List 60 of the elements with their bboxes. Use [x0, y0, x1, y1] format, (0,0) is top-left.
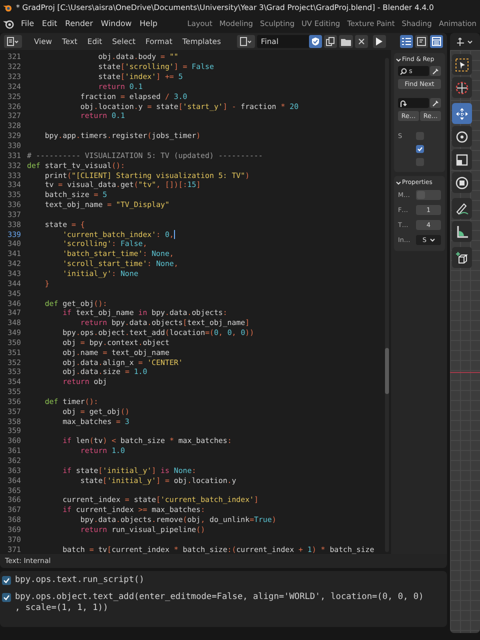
- word-wrap-toggle[interactable]: [415, 35, 428, 48]
- select-box-icon: [455, 58, 469, 72]
- tool-button[interactable]: [452, 149, 472, 170]
- checkbox[interactable]: [416, 145, 424, 153]
- fake-user-button[interactable]: [308, 35, 322, 48]
- eyedropper-icon: [432, 68, 439, 74]
- shield-icon: [310, 37, 320, 46]
- scale-icon: [455, 152, 469, 166]
- copy-icon: [326, 37, 335, 46]
- check-icon: [2, 576, 11, 585]
- blender-logo-icon[interactable]: [3, 18, 14, 29]
- tool-button[interactable]: [452, 172, 472, 193]
- replace-arrow-icon: [400, 100, 407, 106]
- report-line: bpy.ops.object.text_add(enter_editmode=False, align='WORLD', location=(0, 0, 0): [15, 592, 424, 603]
- pencil-icon: [455, 202, 469, 216]
- editor-type-button[interactable]: [4, 35, 22, 48]
- replace-field[interactable]: [398, 98, 429, 108]
- document-icon: [240, 37, 252, 46]
- caret-icon: [430, 238, 434, 242]
- blender-logo-icon: [3, 2, 12, 12]
- syntax-highlight-icon: [432, 37, 441, 46]
- eyedropper-button[interactable]: [430, 98, 441, 108]
- folder-icon: [340, 38, 351, 46]
- report-line: , scale=(1, 1, 1)): [15, 603, 110, 614]
- tool-button[interactable]: [452, 126, 472, 147]
- rotate-icon: [455, 130, 469, 144]
- eyedropper-button[interactable]: [430, 66, 441, 76]
- chevron-icon[interactable]: [396, 58, 401, 62]
- close-button[interactable]: [354, 35, 368, 48]
- transform-icon: [455, 176, 469, 190]
- move-icon: [455, 106, 469, 120]
- duplicate-button[interactable]: [324, 35, 337, 48]
- add-cube-icon: [455, 250, 469, 264]
- report-line: bpy.ops.text.run_script(): [15, 575, 144, 586]
- transform-pivot-icon[interactable]: [456, 36, 474, 46]
- check-icon: [2, 593, 11, 602]
- toggle-switch[interactable]: [416, 190, 441, 200]
- line-numbers-toggle[interactable]: [400, 35, 413, 48]
- eyedropper-icon: [432, 100, 439, 106]
- ruler-icon: [455, 224, 469, 238]
- open-folder-button[interactable]: [338, 35, 353, 48]
- chevron-icon[interactable]: [396, 180, 401, 184]
- tool-button[interactable]: [452, 221, 472, 242]
- run-script-button[interactable]: [372, 35, 386, 48]
- search-icon: [400, 68, 407, 74]
- tool-button[interactable]: [452, 77, 472, 98]
- viewport[interactable]: [450, 50, 480, 633]
- browse-text-button[interactable]: [236, 35, 255, 48]
- tool-button[interactable]: [452, 247, 472, 268]
- tool-button[interactable]: [452, 54, 472, 75]
- line-numbers-icon: [402, 37, 411, 46]
- close-icon: [358, 38, 365, 45]
- tool-button[interactable]: [452, 103, 472, 124]
- syntax-highlight-toggle[interactable]: [430, 35, 443, 48]
- word-wrap-icon: [417, 37, 426, 46]
- tool-button[interactable]: [452, 198, 472, 219]
- cursor-icon: [455, 80, 469, 94]
- text-editor-icon: [7, 37, 19, 46]
- play-icon: [375, 37, 384, 46]
- x-axis-line: [450, 372, 480, 373]
